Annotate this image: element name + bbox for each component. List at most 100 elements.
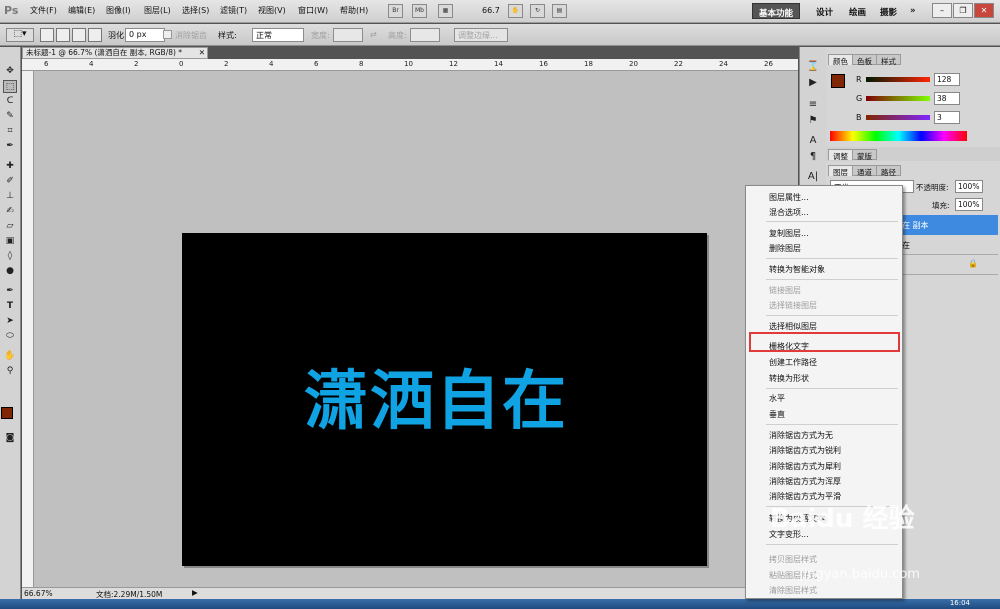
marquee-preset-icon[interactable]: ⬚▾	[6, 28, 34, 42]
refine-edge-button[interactable]: 调整边缘...	[454, 28, 508, 42]
canvas-text-layer[interactable]: 潇洒自在	[304, 350, 568, 442]
fill-input[interactable]: 100%	[955, 198, 983, 211]
status-menu-arrow-icon[interactable]: ▶	[192, 588, 198, 597]
close-tab-icon[interactable]: ✕	[199, 48, 205, 58]
horizontal-ruler[interactable]: 6 4 2 0 2 4 6 8 10 12 14 16 18 20 22 24 26	[22, 59, 798, 71]
hand-tool-icon[interactable]: ✋	[3, 350, 17, 363]
menu-antialias-none[interactable]: 消除锯齿方式为无	[769, 430, 833, 441]
menu-horizontal[interactable]: 水平	[769, 393, 785, 404]
subtract-selection-icon[interactable]	[72, 28, 86, 42]
color-spectrum[interactable]	[830, 131, 967, 141]
marquee-tool-icon[interactable]: ⬚	[3, 80, 17, 93]
more-workspaces-icon[interactable]: »	[904, 3, 922, 19]
hand-tool-icon[interactable]: ✋	[508, 4, 523, 18]
menu-antialias-strong[interactable]: 消除锯齿方式为浑厚	[769, 476, 841, 487]
document-canvas[interactable]: 潇洒自在	[182, 233, 707, 566]
fg-color-swatch[interactable]	[831, 74, 845, 88]
tab-adjustments[interactable]: 调整	[828, 149, 853, 161]
bridge-icon[interactable]: Br	[388, 4, 403, 18]
view-extras-icon[interactable]: ▦	[438, 4, 453, 18]
antialias-checkbox[interactable]	[163, 30, 172, 39]
tool-presets-icon[interactable]: A|	[805, 171, 821, 185]
menu-blending-options[interactable]: 混合选项...	[769, 207, 809, 218]
tab-styles[interactable]: 样式	[876, 54, 901, 66]
clone-source-icon[interactable]: ⚑	[805, 115, 821, 129]
b-value[interactable]: 3	[934, 111, 960, 124]
blur-tool-icon[interactable]: ◊	[3, 250, 17, 263]
crop-tool-icon[interactable]: ⌗	[3, 125, 17, 138]
path-select-icon[interactable]: ➤	[3, 315, 17, 328]
character-panel-icon[interactable]: A	[805, 135, 821, 149]
restore-icon[interactable]: ❐	[953, 3, 973, 18]
tab-color[interactable]: 颜色	[828, 54, 853, 66]
menu-create-work-path[interactable]: 创建工作路径	[769, 357, 817, 368]
history-brush-icon[interactable]: ✍	[3, 205, 17, 218]
r-value[interactable]: 128	[934, 73, 960, 86]
tab-swatches[interactable]: 色板	[852, 54, 877, 66]
menu-file[interactable]: 文件(F)	[30, 5, 57, 16]
r-slider[interactable]	[866, 77, 930, 82]
eyedropper-tool-icon[interactable]: ✒	[3, 140, 17, 153]
b-slider[interactable]	[866, 115, 930, 120]
tab-masks[interactable]: 蒙版	[852, 149, 877, 161]
menu-view[interactable]: 视图(V)	[258, 5, 286, 16]
g-slider[interactable]	[866, 96, 930, 101]
new-selection-icon[interactable]	[40, 28, 54, 42]
canvas-area[interactable]: 潇洒自在	[34, 71, 798, 587]
menu-image[interactable]: 图像(I)	[106, 5, 131, 16]
menu-vertical[interactable]: 垂直	[769, 409, 785, 420]
rotate-view-icon[interactable]: ↻	[530, 4, 545, 18]
workspace-painting[interactable]: 绘画	[843, 3, 872, 19]
type-tool-icon[interactable]: T	[3, 300, 17, 313]
menu-antialias-sharp[interactable]: 消除锯齿方式为锐利	[769, 445, 841, 456]
quick-mask-icon[interactable]: ◙	[3, 432, 17, 445]
tab-layers[interactable]: 图层	[828, 165, 853, 177]
swap-icon[interactable]: ⇄	[370, 30, 377, 39]
height-input[interactable]	[410, 28, 440, 42]
opacity-input[interactable]: 100%	[955, 180, 983, 193]
shape-tool-icon[interactable]: ⬭	[3, 330, 17, 343]
menu-duplicate-layer[interactable]: 复制图层...	[769, 228, 809, 239]
vertical-ruler[interactable]	[22, 71, 34, 587]
zoom-status[interactable]: 66.67%	[24, 589, 53, 598]
tab-paths[interactable]: 路径	[876, 165, 901, 177]
healing-tool-icon[interactable]: ✚	[3, 160, 17, 173]
close-icon[interactable]: ✕	[974, 3, 994, 18]
history-panel-icon[interactable]: ⌛	[805, 61, 821, 75]
gradient-tool-icon[interactable]: ▣	[3, 235, 17, 248]
menu-delete-layer[interactable]: 删除图层	[769, 243, 801, 254]
menu-select-similar-layers[interactable]: 选择相似图层	[769, 321, 817, 332]
menu-antialias-crisp[interactable]: 消除锯齿方式为犀利	[769, 461, 841, 472]
brush-panel-icon[interactable]: ≡	[805, 99, 821, 113]
minimize-icon[interactable]: –	[932, 3, 952, 18]
foreground-color-swatch[interactable]	[1, 407, 13, 419]
feather-input[interactable]: 0 px	[125, 28, 165, 42]
actions-panel-icon[interactable]: ▶	[805, 77, 821, 91]
menu-layer-properties[interactable]: 图层属性...	[769, 192, 809, 203]
workspace-photography[interactable]: 摄影	[874, 3, 903, 19]
menu-convert-smart-object[interactable]: 转换为智能对象	[769, 264, 825, 275]
eraser-tool-icon[interactable]: ▱	[3, 220, 17, 233]
minibridge-icon[interactable]: Mb	[412, 4, 427, 18]
style-select[interactable]: 正常	[252, 28, 304, 42]
intersect-selection-icon[interactable]	[88, 28, 102, 42]
arrange-documents-icon[interactable]: ▤	[552, 4, 567, 18]
add-selection-icon[interactable]	[56, 28, 70, 42]
workspace-essentials[interactable]: 基本功能	[752, 3, 801, 19]
zoom-tool-icon[interactable]: ⚲	[3, 365, 17, 378]
menu-select[interactable]: 选择(S)	[182, 5, 209, 16]
menu-window[interactable]: 窗口(W)	[298, 5, 328, 16]
width-input[interactable]	[333, 28, 363, 42]
g-value[interactable]: 38	[934, 92, 960, 105]
tab-channels[interactable]: 通道	[852, 165, 877, 177]
workspace-design[interactable]: 设计	[810, 3, 839, 19]
menu-help[interactable]: 帮助(H)	[340, 5, 368, 16]
zoom-level[interactable]: 66.7	[482, 6, 500, 15]
pen-tool-icon[interactable]: ✒	[3, 285, 17, 298]
menu-convert-to-shape[interactable]: 转换为形状	[769, 373, 809, 384]
lasso-tool-icon[interactable]: ᑕ	[3, 95, 17, 108]
move-tool-icon[interactable]: ✥	[3, 65, 17, 78]
menu-layer[interactable]: 图层(L)	[144, 5, 171, 16]
document-tab[interactable]: 未标题-1 @ 66.7% (潇洒自在 副本, RGB/8) * ✕	[22, 47, 208, 59]
quick-select-tool-icon[interactable]: ✎	[3, 110, 17, 123]
